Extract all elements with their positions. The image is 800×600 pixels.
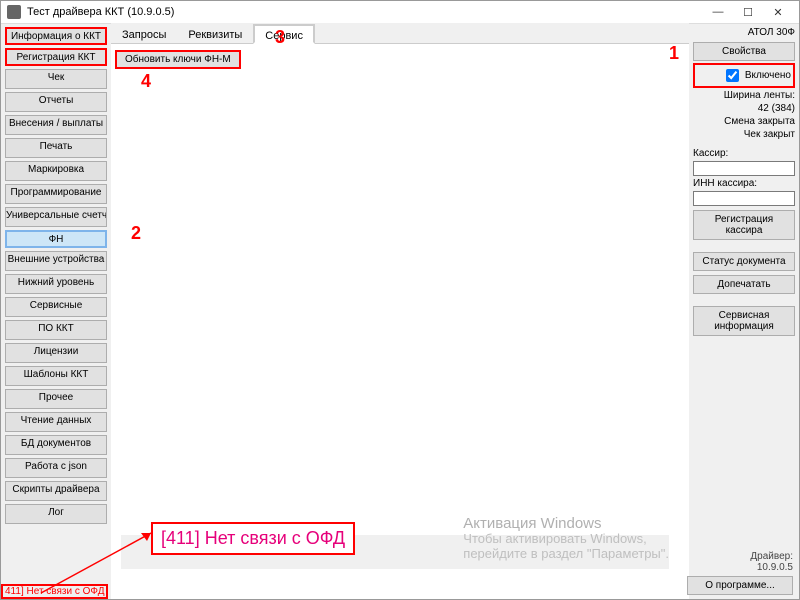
sidebar-item-db-documents[interactable]: БД документов — [5, 435, 107, 455]
close-button[interactable]: ✕ — [763, 6, 793, 19]
button-label: Обновить ключи ФН-М — [125, 54, 231, 65]
service-info-button[interactable]: Сервисная информация — [693, 306, 795, 336]
sidebar-item-licenses[interactable]: Лицензии — [5, 343, 107, 363]
button-label: О программе... — [705, 580, 775, 591]
sidebar-item-label: БД документов — [21, 438, 91, 449]
sidebar-item-label: Универсальные счетчики — [6, 210, 107, 221]
device-name: АТОЛ 30Ф — [693, 27, 795, 38]
sidebar-item-driver-scripts[interactable]: Скрипты драйвера — [5, 481, 107, 501]
sidebar-item-register-kkt[interactable]: Регистрация ККТ — [5, 48, 107, 66]
sidebar-item-kkt-software[interactable]: ПО ККТ — [5, 320, 107, 340]
sidebar-item-label: ПО ККТ — [38, 323, 74, 334]
tape-width-label: Ширина ленты: — [693, 90, 795, 101]
window-controls: — ☐ ✕ — [703, 6, 793, 19]
sidebar-item-label: Шаблоны ККТ — [24, 369, 89, 380]
enabled-row: Включено — [693, 63, 795, 88]
windows-activation-watermark: Активация Windows Чтобы активировать Win… — [463, 516, 669, 561]
sidebar-item-log[interactable]: Лог — [5, 504, 107, 524]
sidebar-item-label: Внешние устройства — [8, 254, 105, 265]
enabled-label: Включено — [745, 70, 791, 81]
sidebar-item-low-level[interactable]: Нижний уровень — [5, 274, 107, 294]
sidebar-item-label: Печать — [40, 141, 73, 152]
sidebar-item-label: Скрипты драйвера — [12, 484, 99, 495]
button-label: Допечатать — [717, 279, 770, 290]
tab-label: Запросы — [122, 29, 166, 41]
sidebar-item-label: Сервисные — [30, 300, 83, 311]
sidebar-item-check[interactable]: Чек — [5, 69, 107, 89]
sidebar-item-label: Прочее — [39, 392, 73, 403]
sidebar-item-counters[interactable]: Универсальные счетчики — [5, 207, 107, 227]
tape-width-value: 42 (384) — [693, 103, 795, 114]
sidebar: Информация о ККТ Регистрация ККТ Чек Отч… — [1, 23, 111, 599]
button-label: Статус документа — [702, 256, 785, 267]
sidebar-item-label: Нижний уровень — [18, 277, 94, 288]
cashier-inn-label: ИНН кассира: — [693, 178, 795, 189]
register-cashier-button[interactable]: Регистрация кассира — [693, 210, 795, 240]
tab-strip: Запросы Реквизиты Сервис — [111, 23, 689, 44]
watermark-line: Активация Windows — [463, 516, 669, 531]
sidebar-item-label: ФН — [49, 234, 64, 245]
sidebar-item-label: Работа с json — [25, 461, 87, 472]
sidebar-item-label: Информация о ККТ — [11, 31, 101, 42]
finish-print-button[interactable]: Допечатать — [693, 275, 795, 294]
properties-button[interactable]: Свойства — [693, 42, 795, 61]
annotation-3: 3 — [275, 27, 285, 48]
button-label: Регистрация кассира — [715, 214, 773, 236]
watermark-line: Чтобы активировать Windows, — [463, 531, 669, 546]
minimize-button[interactable]: — — [703, 6, 733, 18]
driver-version-area: Драйвер: 10.9.0.5 — [750, 551, 793, 573]
enabled-checkbox[interactable] — [726, 69, 739, 82]
right-pane: АТОЛ 30Ф Свойства Включено Ширина ленты:… — [689, 23, 799, 599]
button-label: Сервисная информация — [714, 310, 774, 332]
main-area: Запросы Реквизиты Сервис Обновить ключи … — [111, 23, 689, 599]
app-icon — [7, 5, 21, 19]
sidebar-item-label: Маркировка — [28, 164, 84, 175]
sidebar-item-json[interactable]: Работа с json — [5, 458, 107, 478]
sidebar-item-read-data[interactable]: Чтение данных — [5, 412, 107, 432]
sidebar-item-payments[interactable]: Внесения / выплаты — [5, 115, 107, 135]
sidebar-item-reports[interactable]: Отчеты — [5, 92, 107, 112]
window-title: Тест драйвера ККТ (10.9.0.5) — [27, 6, 174, 18]
maximize-button[interactable]: ☐ — [733, 6, 763, 19]
annotation-4: 4 — [141, 71, 151, 92]
sidebar-item-label: Регистрация ККТ — [17, 52, 96, 63]
tab-requisites[interactable]: Реквизиты — [177, 24, 253, 46]
driver-version: 10.9.0.5 — [750, 562, 793, 573]
check-status: Чек закрыт — [693, 129, 795, 140]
watermark-line: перейдите в раздел "Параметры". — [463, 546, 669, 561]
sidebar-item-marking[interactable]: Маркировка — [5, 161, 107, 181]
statusbar-error: 411] Нет связи с ОФД — [1, 584, 108, 599]
sidebar-item-service[interactable]: Сервисные — [5, 297, 107, 317]
annotation-2: 2 — [131, 223, 141, 244]
document-status-button[interactable]: Статус документа — [693, 252, 795, 271]
cashier-input[interactable] — [693, 161, 795, 176]
sidebar-item-label: Чек — [48, 72, 65, 83]
sidebar-item-label: Лог — [48, 507, 64, 518]
sidebar-item-print[interactable]: Печать — [5, 138, 107, 158]
cashier-label: Кассир: — [693, 148, 795, 159]
update-fn-keys-button[interactable]: Обновить ключи ФН-М — [115, 50, 241, 69]
sidebar-item-label: Лицензии — [34, 346, 79, 357]
driver-label: Драйвер: — [750, 551, 793, 562]
shift-status: Смена закрыта — [693, 116, 795, 127]
sidebar-item-fn[interactable]: ФН — [5, 230, 107, 248]
button-label: Свойства — [722, 46, 766, 57]
sidebar-item-other[interactable]: Прочее — [5, 389, 107, 409]
sidebar-item-label: Программирование — [11, 187, 102, 198]
annotation-1: 1 — [669, 43, 679, 64]
sidebar-item-label: Внесения / выплаты — [9, 118, 103, 129]
error-message-callout: [411] Нет связи с ОФД — [151, 522, 355, 555]
about-button[interactable]: О программе... — [687, 576, 793, 595]
sidebar-item-external-devices[interactable]: Внешние устройства — [5, 251, 107, 271]
sidebar-item-label: Отчеты — [39, 95, 74, 106]
sidebar-item-kkt-info[interactable]: Информация о ККТ — [5, 27, 107, 45]
sidebar-item-programming[interactable]: Программирование — [5, 184, 107, 204]
titlebar: Тест драйвера ККТ (10.9.0.5) — ☐ ✕ — [1, 1, 799, 24]
sidebar-item-label: Чтение данных — [21, 415, 92, 426]
tab-requests[interactable]: Запросы — [111, 24, 177, 46]
tab-label: Реквизиты — [188, 29, 242, 41]
sidebar-item-templates[interactable]: Шаблоны ККТ — [5, 366, 107, 386]
app-window: Тест драйвера ККТ (10.9.0.5) — ☐ ✕ Инфор… — [0, 0, 800, 600]
cashier-inn-input[interactable] — [693, 191, 795, 206]
